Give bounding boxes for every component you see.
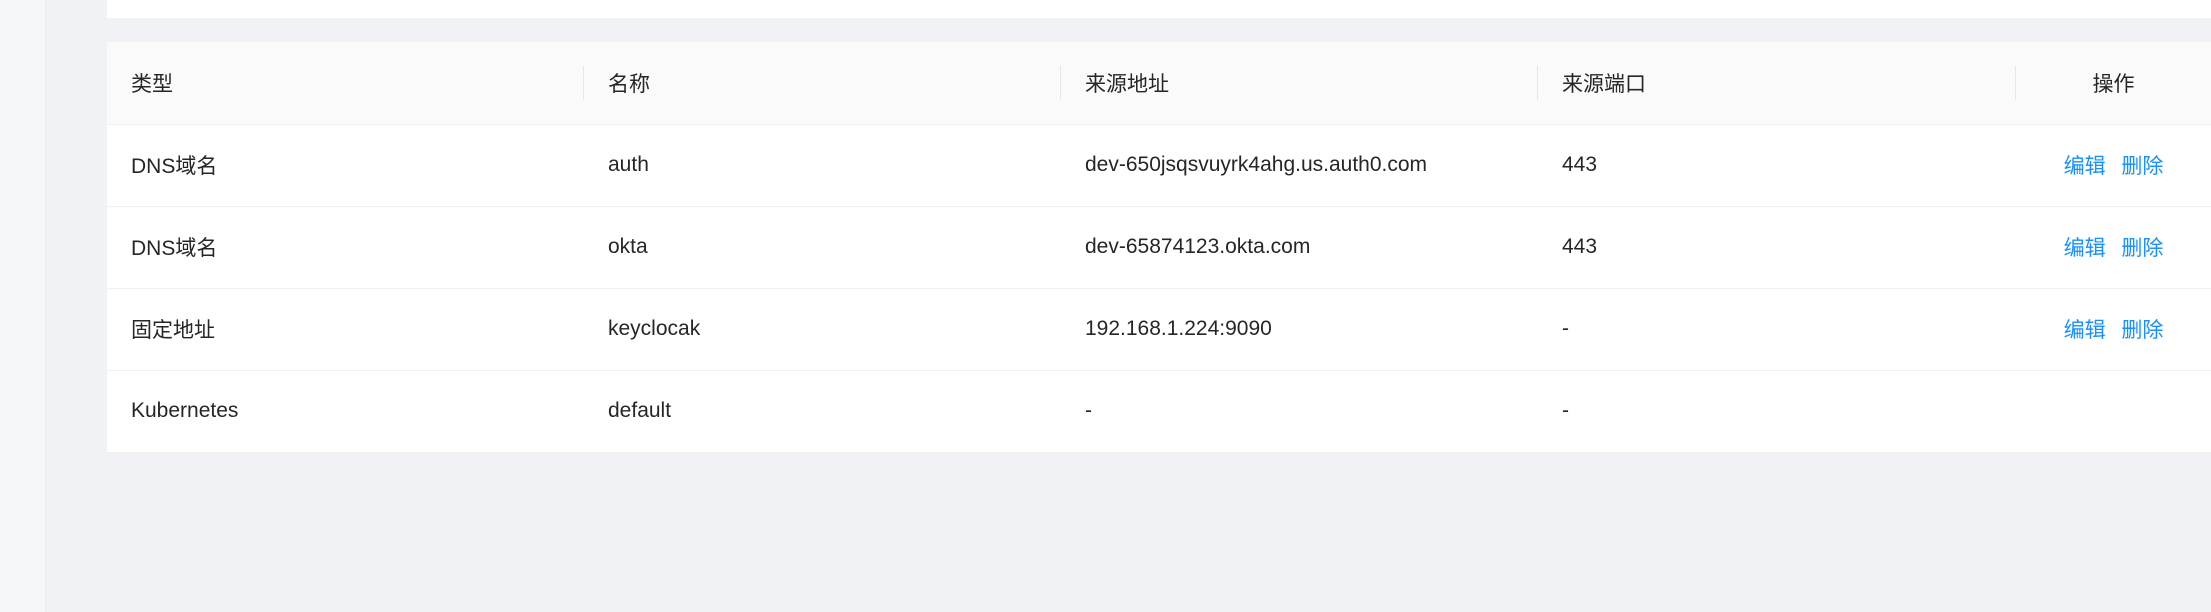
delete-link[interactable]: 删除 bbox=[2121, 319, 2163, 342]
cell-name: keyclocak bbox=[584, 288, 1061, 371]
edit-link[interactable]: 编辑 bbox=[2064, 155, 2106, 178]
cell-source-port: 443 bbox=[1538, 206, 2016, 289]
table-row: Kubernetes default - - bbox=[107, 370, 2211, 453]
service-source-table: 类型 名称 来源地址 来源端口 操作 DNS域名 auth dev-650jsq… bbox=[107, 42, 2211, 453]
cell-actions: 编辑 删除 bbox=[2016, 124, 2211, 207]
cell-source-port: 443 bbox=[1538, 124, 2016, 207]
table-row: DNS域名 auth dev-650jsqsvuyrk4ahg.us.auth0… bbox=[107, 124, 2211, 207]
main-content: 类型 名称 来源地址 来源端口 操作 DNS域名 auth dev-650jsq… bbox=[47, 0, 2211, 612]
cell-source-address: dev-650jsqsvuyrk4ahg.us.auth0.com bbox=[1061, 124, 1538, 207]
delete-link[interactable]: 删除 bbox=[2121, 155, 2163, 178]
edit-link[interactable]: 编辑 bbox=[2064, 237, 2106, 260]
cell-actions bbox=[2016, 370, 2211, 453]
edit-link[interactable]: 编辑 bbox=[2064, 319, 2106, 342]
table-row: 固定地址 keyclocak 192.168.1.224:9090 - 编辑 删… bbox=[107, 288, 2211, 371]
cell-actions: 编辑 删除 bbox=[2016, 206, 2211, 289]
table-row: DNS域名 okta dev-65874123.okta.com 443 编辑 … bbox=[107, 206, 2211, 289]
column-header-type: 类型 bbox=[107, 42, 584, 125]
app-window: 类型 名称 来源地址 来源端口 操作 DNS域名 auth dev-650jsq… bbox=[0, 0, 2211, 612]
cell-source-address: dev-65874123.okta.com bbox=[1061, 206, 1538, 289]
cell-name: default bbox=[584, 370, 1061, 453]
left-sidebar-rail bbox=[0, 0, 46, 612]
column-header-source-port: 来源端口 bbox=[1538, 42, 2016, 125]
cell-type: 固定地址 bbox=[107, 288, 584, 371]
top-card bbox=[107, 0, 2211, 18]
cell-actions: 编辑 删除 bbox=[2016, 288, 2211, 371]
cell-type: DNS域名 bbox=[107, 206, 584, 289]
delete-link[interactable]: 删除 bbox=[2121, 237, 2163, 260]
cell-source-address: 192.168.1.224:9090 bbox=[1061, 288, 1538, 371]
service-source-table-card: 类型 名称 来源地址 来源端口 操作 DNS域名 auth dev-650jsq… bbox=[107, 42, 2211, 453]
column-header-name: 名称 bbox=[584, 42, 1061, 125]
cell-name: okta bbox=[584, 206, 1061, 289]
cell-type: Kubernetes bbox=[107, 370, 584, 453]
table-header-row: 类型 名称 来源地址 来源端口 操作 bbox=[107, 42, 2211, 125]
cell-type: DNS域名 bbox=[107, 124, 584, 207]
column-header-source-address: 来源地址 bbox=[1061, 42, 1538, 125]
cell-source-port: - bbox=[1538, 288, 2016, 371]
cell-name: auth bbox=[584, 124, 1061, 207]
cell-source-port: - bbox=[1538, 370, 2016, 453]
cell-source-address: - bbox=[1061, 370, 1538, 453]
column-header-actions: 操作 bbox=[2016, 42, 2211, 125]
